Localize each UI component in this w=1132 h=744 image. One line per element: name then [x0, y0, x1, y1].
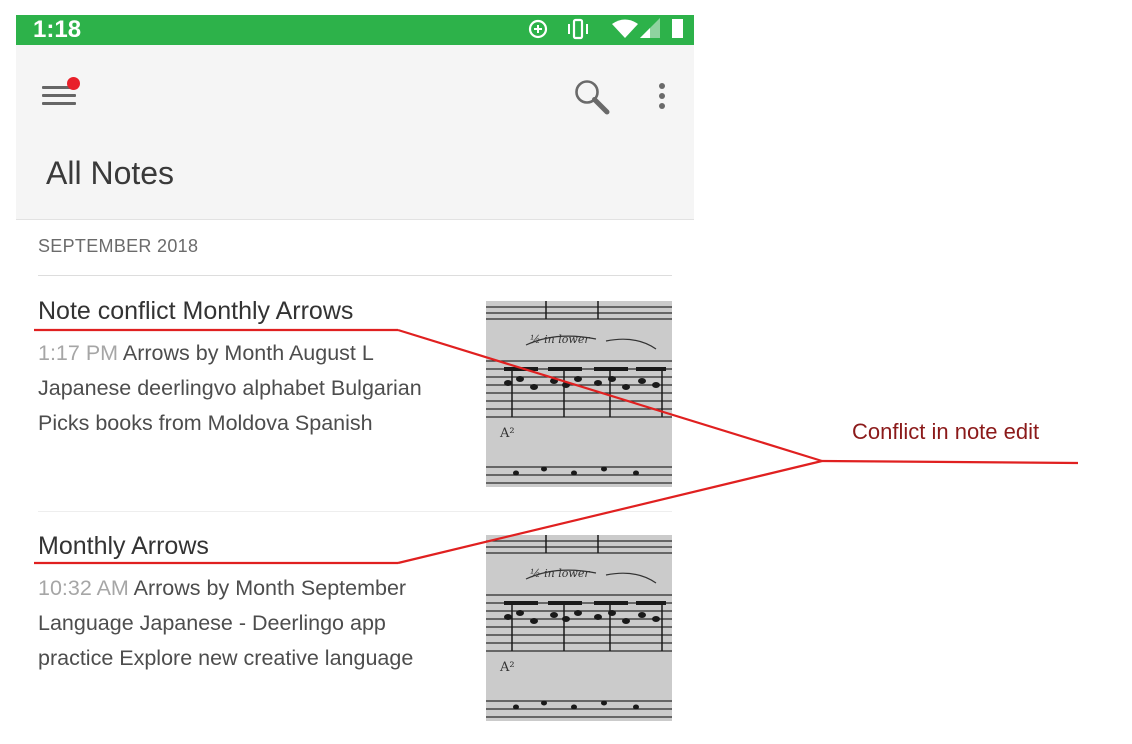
annotation-pointer-line	[397, 459, 823, 565]
annotation-leader-line	[821, 459, 1079, 465]
annotation-overlay	[34, 328, 1079, 565]
annotation-pointer-line	[397, 328, 823, 463]
annotation-label: Conflict in note edit	[852, 419, 1040, 444]
